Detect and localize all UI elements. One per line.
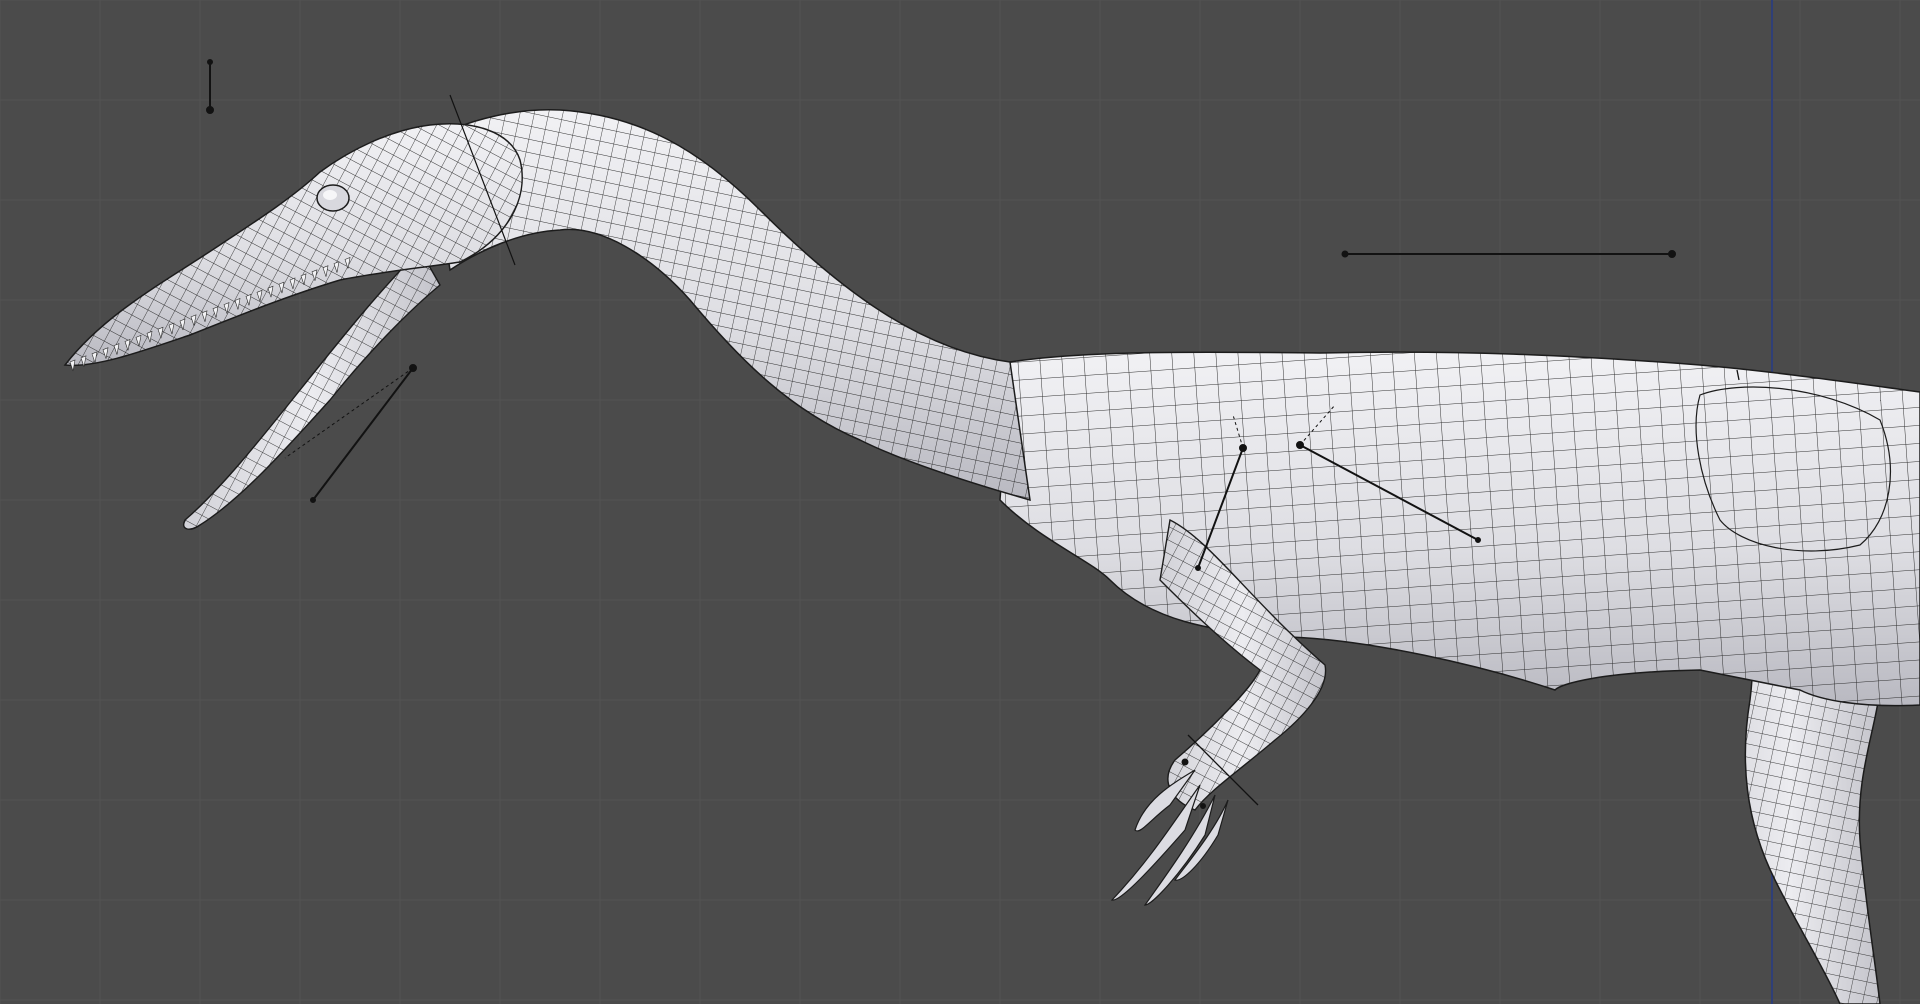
viewport-canvas[interactable] [0,0,1920,1004]
bone-right-top[interactable] [1341,250,1676,258]
3d-viewport[interactable] [0,0,1920,1004]
bone-top-left[interactable] [206,59,214,114]
torso[interactable] [990,340,1920,720]
dinosaur-model[interactable] [63,109,1920,1004]
head[interactable] [63,123,523,530]
